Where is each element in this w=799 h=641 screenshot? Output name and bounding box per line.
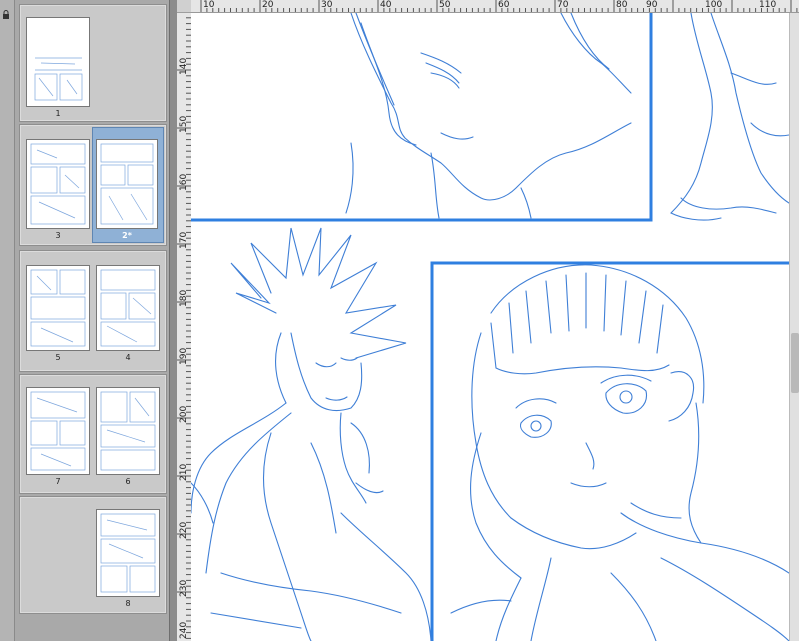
page-label: 3	[55, 231, 61, 240]
ruler-label: 50	[439, 0, 451, 10]
page-manager-panel: 1 3 2* 5 4 7 6 8	[15, 0, 169, 641]
page-label-selected: 2*	[122, 231, 132, 240]
ruler-label: 230	[179, 579, 189, 597]
ruler-label: 70	[557, 0, 569, 10]
page-spread-1: 1	[19, 4, 167, 122]
ruler-label: 200	[179, 405, 189, 423]
ruler-label: 160	[179, 173, 189, 191]
page-label: 5	[55, 353, 61, 362]
page-thumbnail-4[interactable]	[96, 265, 160, 351]
scrollbar-thumb[interactable]	[791, 333, 799, 393]
page-thumbnail-3[interactable]	[26, 139, 90, 229]
panel-frame-top	[191, 13, 653, 222]
page-thumbnail-2[interactable]	[96, 139, 158, 229]
vertical-ruler-ticks	[177, 12, 191, 639]
ruler-label: 240	[179, 621, 189, 639]
ruler-label: 90	[646, 0, 658, 10]
page-label: 7	[55, 477, 61, 486]
panel-frame-right	[430, 261, 789, 641]
page-spread-3: 5 4	[19, 250, 167, 372]
ruler-label: 60	[498, 0, 510, 10]
page-thumbnail-6[interactable]	[96, 387, 160, 475]
page-thumbnail-7[interactable]	[26, 387, 90, 475]
ruler-label: 40	[380, 0, 392, 10]
ruler-label: 180	[179, 289, 189, 307]
drawing-canvas[interactable]	[191, 13, 789, 641]
page-spread-4: 7 6	[19, 374, 167, 494]
ruler-label: 100	[705, 0, 723, 10]
page-thumbnail-5[interactable]	[26, 265, 90, 351]
page-spread-2: 3 2*	[19, 124, 167, 246]
vertical-ruler: 140 150 160 170 180 190 200 210 220 230 …	[177, 12, 192, 641]
page-spread-5: 8	[19, 496, 167, 614]
page-label: 6	[125, 477, 131, 486]
ruler-label: 150	[179, 115, 189, 133]
ruler-label: 210	[179, 463, 189, 481]
page-label: 8	[125, 599, 131, 608]
page-label: 1	[55, 109, 61, 118]
ruler-label: 110	[759, 0, 777, 10]
ruler-label: 220	[179, 521, 189, 539]
lock-icon[interactable]	[1, 10, 11, 20]
ruler-label: 80	[616, 0, 628, 10]
ruler-label: 10	[203, 0, 215, 10]
page-thumbnail-1[interactable]	[26, 17, 90, 107]
horizontal-ruler: 10 20 30 40 50 60 70 80 90 100 110	[191, 0, 799, 13]
ruler-label: 190	[179, 347, 189, 365]
page-thumbnail-8[interactable]	[96, 509, 160, 597]
vertical-scrollbar[interactable]	[789, 13, 799, 641]
ruler-label: 30	[321, 0, 333, 10]
tool-strip	[0, 0, 15, 641]
ruler-label: 140	[179, 57, 189, 75]
page-label: 4	[125, 353, 131, 362]
manga-sketch	[191, 13, 789, 641]
ruler-label: 20	[262, 0, 274, 10]
ruler-label: 170	[179, 231, 189, 249]
